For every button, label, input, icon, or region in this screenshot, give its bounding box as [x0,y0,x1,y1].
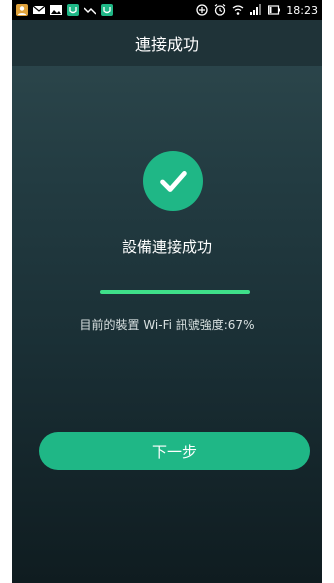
phone-screen: 18:23 連接成功 設備連接成功 目前的裝置 Wi-Fi 訊號強度:67% 下… [12,0,322,583]
connection-status-text: 設備連接成功 [121,238,212,256]
alarm-icon [214,4,226,16]
next-step-button-label: 下一步 [151,442,197,461]
signal-icon [250,4,262,16]
status-bar-left [16,4,113,16]
status-bar-time: 18:23 [286,3,318,17]
status-bar-right: 18:23 [196,4,318,17]
gmail-icon [33,4,45,16]
wifi-signal-strength-text: 目前的裝置 Wi-Fi 訊號強度:67% [79,318,255,332]
trend-icon [84,4,96,16]
data-saver-icon [196,4,208,16]
battery-icon [268,4,281,16]
contact-icon [16,4,28,16]
gallery-icon [50,4,62,16]
success-checkmark-icon [143,151,203,211]
page-title: 連接成功 [134,35,199,54]
status-bar: 18:23 [12,0,322,20]
next-step-button[interactable]: 下一步 [39,432,310,470]
signal-progress-bar [100,290,250,294]
app-icon [67,4,79,16]
app-icon [101,4,113,16]
title-bar: 連接成功 [12,20,322,66]
wifi-icon [232,4,244,16]
